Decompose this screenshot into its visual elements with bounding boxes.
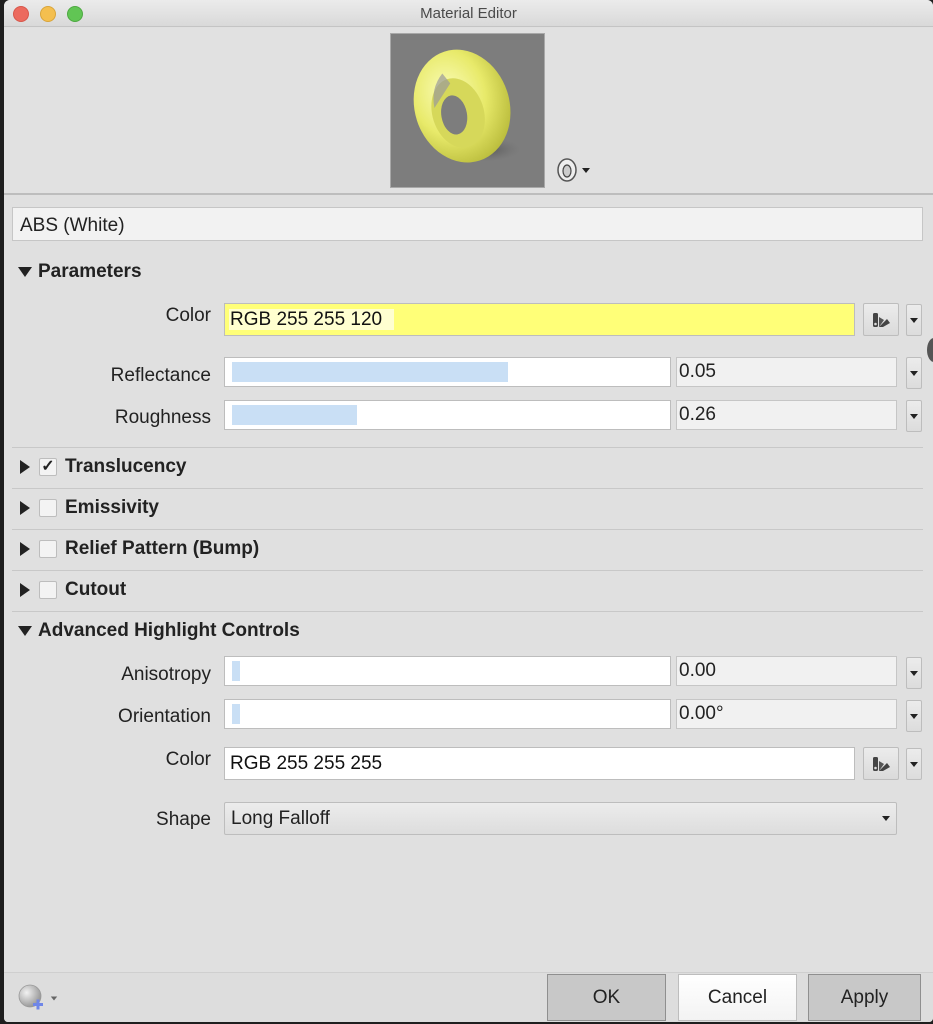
anisotropy-options-dropdown[interactable] [906,657,922,689]
relief-pattern-checkbox[interactable] [39,540,57,558]
color-picker-button[interactable] [863,303,899,336]
material-preview [390,33,545,188]
section-advanced-highlight[interactable]: Advanced Highlight Controls [18,620,300,642]
section-translucency-label: Translucency [65,456,187,477]
chevron-down-icon [910,761,918,767]
expand-triangle-icon [20,501,30,515]
chevron-down-icon [910,370,918,376]
shape-select[interactable]: Long Falloff [224,802,897,835]
section-emissivity[interactable]: Emissivity [18,497,159,519]
color-palette-icon [873,756,890,771]
highlight-color-field[interactable]: RGB 255 255 255 [224,747,855,780]
section-emissivity-label: Emissivity [65,497,159,518]
roughness-options-dropdown[interactable] [906,400,922,432]
section-relief-pattern[interactable]: Relief Pattern (Bump) [18,538,259,560]
translucency-checkbox[interactable]: ✓ [39,458,57,476]
emissivity-checkbox[interactable] [39,499,57,517]
roughness-label: Roughness [114,407,211,428]
chevron-down-icon [910,670,918,676]
expand-triangle-icon [20,460,30,474]
section-advanced-highlight-label: Advanced Highlight Controls [38,620,300,641]
reflectance-options-dropdown[interactable] [906,357,922,389]
divider [12,570,923,571]
reflectance-value-field[interactable]: 0.05 [676,357,897,387]
chevron-down-icon [582,167,590,173]
orientation-label: Orientation [118,706,211,727]
section-cutout[interactable]: Cutout [18,579,126,601]
title-bar: Material Editor [4,0,933,27]
highlight-color-label: Color [165,749,211,770]
roughness-slider-fill [232,405,357,425]
chevron-down-icon [882,816,890,821]
shape-label: Shape [156,809,211,830]
dialog-footer: OK Cancel Apply [4,972,933,1022]
add-material-icon [18,984,43,1010]
reflectance-slider-fill [232,362,508,382]
orientation-slider-fill [232,704,240,724]
section-parameters-label: Parameters [38,261,142,282]
expand-triangle-icon [20,542,30,556]
panel-resize-handle[interactable] [927,338,933,362]
preview-area [4,28,933,195]
divider [12,611,923,612]
section-relief-pattern-label: Relief Pattern (Bump) [65,538,260,559]
material-name-field[interactable]: ABS (White) [12,207,923,241]
highlight-color-value: RGB 255 255 255 [230,753,383,774]
add-material-menu[interactable] [18,984,58,1011]
roughness-slider[interactable] [224,400,671,430]
highlight-color-picker-button[interactable] [863,747,899,780]
shape-select-value: Long Falloff [231,808,330,829]
section-translucency[interactable]: ✓ Translucency [18,456,186,478]
expand-triangle-icon [18,267,32,277]
orientation-slider[interactable] [224,699,671,729]
expand-triangle-icon [20,583,30,597]
orientation-options-dropdown[interactable] [906,700,922,732]
preview-shape-menu[interactable] [556,158,596,182]
color-label: Color [165,305,211,326]
reflectance-label: Reflectance [110,365,211,386]
roughness-value-field[interactable]: 0.26 [676,400,897,430]
torus-shape-icon [557,158,577,182]
section-cutout-label: Cutout [65,579,127,600]
anisotropy-slider-fill [232,661,240,681]
expand-triangle-icon [18,626,32,636]
torus-preview-image [413,49,521,163]
color-palette-icon [873,312,890,327]
color-value: RGB 255 255 120 [229,309,395,330]
apply-button[interactable]: Apply [808,974,921,1021]
anisotropy-slider[interactable] [224,656,671,686]
chevron-down-icon [910,713,918,719]
highlight-color-options-dropdown[interactable] [906,748,922,780]
divider [12,488,923,489]
reflectance-slider[interactable] [224,357,671,387]
divider [12,529,923,530]
color-options-dropdown[interactable] [906,304,922,336]
cancel-button[interactable]: Cancel [678,974,797,1021]
chevron-down-icon [50,996,58,1000]
divider [12,447,923,448]
chevron-down-icon [910,413,918,419]
orientation-value-field[interactable]: 0.00° [676,699,897,729]
cutout-checkbox[interactable] [39,581,57,599]
anisotropy-value-field[interactable]: 0.00 [676,656,897,686]
material-editor-window: Material Editor ABS (White) Parameters C… [4,0,933,1022]
window-title: Material Editor [420,5,517,22]
anisotropy-label: Anisotropy [121,664,211,685]
section-parameters[interactable]: Parameters [18,261,142,283]
color-field[interactable]: RGB 255 255 120 [224,303,855,336]
ok-button[interactable]: OK [547,974,666,1021]
chevron-down-icon [910,317,918,323]
